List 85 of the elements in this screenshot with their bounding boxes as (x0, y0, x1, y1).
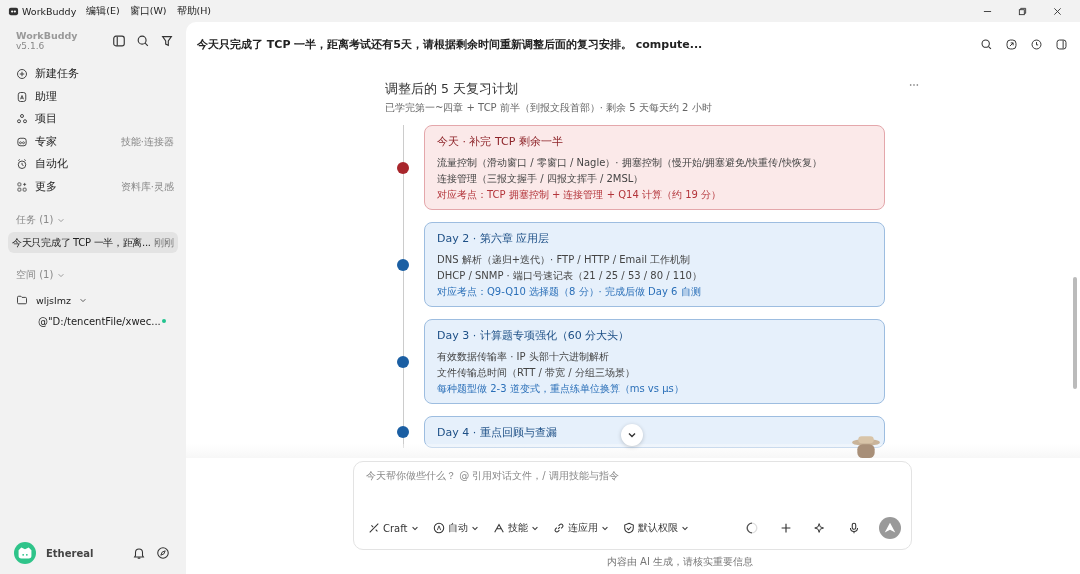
tool-dropdown[interactable]: 自动 (430, 521, 481, 535)
nav-item[interactable]: 专家 技能·连接器 (8, 130, 178, 153)
task-title: 今天只完成了 TCP 一半，距离... (12, 235, 151, 250)
menu-item[interactable]: 帮助(H) (176, 4, 212, 18)
nav-hint: 技能·连接器 (120, 134, 174, 149)
arrow-up-icon (883, 521, 897, 535)
folder-icon (16, 294, 28, 306)
tool-dropdown[interactable]: 连应用 (550, 521, 611, 535)
topic-line: DNS 解析（递归+迭代）· FTP / HTTP / Email 工作机制 (437, 253, 691, 267)
task-item[interactable]: 今天只完成了 TCP 一半，距离... 刚刚 (8, 232, 178, 253)
tool-dropdown[interactable]: 技能 (490, 521, 541, 535)
compass-icon[interactable] (156, 546, 170, 560)
app-logo-icon (8, 5, 19, 17)
app-name: WorkBuddy (22, 5, 77, 17)
menu-item[interactable]: 窗口(W) (129, 4, 167, 18)
disclaimer-text: 内容由 AI 生成，请核实重要信息 (606, 555, 754, 569)
nav-item[interactable]: 项目 (8, 108, 178, 131)
close-icon[interactable] (1053, 6, 1062, 16)
nav-item[interactable]: 自动化 (8, 153, 178, 176)
exam-note: 每种题型做 2-3 道变式，重点练单位换算（ms vs μs） (437, 382, 684, 396)
nodes-icon (16, 113, 28, 126)
topic-line: 文件传输总时间（RTT / 带宽 / 分组三场景） (437, 366, 635, 380)
circle-letter-icon (432, 522, 445, 534)
exam-note: 对应考点：TCP 拥塞控制 + 连接管理 + Q14 计算（约 19 分） (437, 188, 722, 202)
filter-icon[interactable] (160, 33, 174, 48)
timeline-dot (397, 161, 409, 174)
loading-spinner-icon (745, 521, 759, 535)
card-title: Day 2 · 第六章 应用层 (437, 231, 550, 246)
chat-title: 今天只完成了 TCP 一半，距离考试还有5天，请根据剩余时间重新调整后面的复习安排。 compute... (197, 36, 703, 52)
task-time: 刚刚 (154, 235, 174, 250)
timeline-dot (397, 355, 409, 368)
link-icon (552, 522, 565, 534)
face-badge-icon (16, 135, 28, 148)
more-icon[interactable] (909, 82, 919, 87)
tool-dropdown[interactable]: 默认权限 (620, 521, 691, 535)
plan-title: 调整后的 5 天复习计划 (385, 81, 518, 98)
version-label: v5.1.6 (16, 41, 45, 51)
sparkle-icon[interactable] (813, 521, 827, 535)
card-title: Day 3 · 计算题专项强化（60 分大头） (437, 328, 630, 343)
caret-icon (470, 524, 479, 532)
shield-check-icon (622, 522, 635, 534)
sidebar-toggle-icon[interactable] (112, 33, 126, 48)
plus-bubble-icon (16, 68, 28, 81)
topic-line: 有效数据传输率 · IP 头部十六进制解析 (437, 350, 609, 364)
exam-note: 对应考点：Q9-Q10 选择题（8 分）· 完成后做 Day 6 自测 (437, 285, 701, 299)
nav-item[interactable]: 更多 资料库·灵感 (8, 175, 178, 198)
plan-subtitle: 已学完第一~四章 + TCP 前半（到报文段首部）· 剩余 5 天每天约 2 小时 (385, 101, 713, 115)
share-icon[interactable] (1005, 37, 1018, 51)
timeline-dot (397, 258, 409, 271)
pen-icon (368, 522, 380, 534)
nav-hint: 资料库·灵感 (120, 179, 174, 194)
history-icon[interactable] (1030, 37, 1043, 51)
message-composer[interactable]: 今天帮你做些什么？ @ 引用对话文件，/ 调用技能与指令 Craft 自动 技能 连应用 默认权限 (353, 461, 912, 550)
space-name[interactable]: wljslmz (36, 294, 71, 306)
grid-icon (16, 180, 28, 193)
topic-line: 流量控制（滑动窗口 / 零窗口 / Nagle）· 拥塞控制（慢开始/拥塞避免/快重传/快恢复） (437, 156, 822, 170)
send-button[interactable] (879, 517, 901, 539)
plus-icon[interactable] (779, 521, 793, 535)
brand-name: WorkBuddy (16, 30, 78, 41)
caret-icon (530, 524, 539, 532)
topic-line: DHCP / SNMP · 端口号速记表（21 / 25 / 53 / 80 / 110） (437, 269, 702, 283)
bell-icon[interactable] (132, 546, 146, 560)
chevron-down-icon (627, 430, 637, 440)
scrollbar-thumb[interactable] (1073, 277, 1077, 389)
card-title: Day 4 · 重点回顾与查漏 (437, 425, 557, 440)
menu-item[interactable]: 编辑(E) (86, 4, 120, 18)
nav-item[interactable]: 新建任务 (8, 63, 178, 86)
caret-icon (600, 524, 609, 532)
caret-icon (680, 524, 689, 532)
panel-icon[interactable] (1055, 37, 1068, 51)
tool-dropdown[interactable]: Craft (366, 522, 421, 534)
triangle-icon (492, 522, 505, 534)
search-icon[interactable] (136, 33, 150, 48)
caret-icon (410, 524, 419, 532)
timeline-dot (397, 426, 409, 438)
microphone-icon[interactable] (847, 521, 861, 535)
user-name: Ethereal (46, 547, 94, 559)
card-title: 今天 · 补完 TCP 剩余一半 (437, 134, 563, 149)
alarm-clock-icon (16, 158, 28, 171)
nav-item[interactable]: 助理 (8, 85, 178, 108)
restore-icon[interactable] (1018, 6, 1027, 16)
search-icon[interactable] (980, 37, 993, 51)
space-path[interactable]: @"D:/tencentFile/xwec... (38, 315, 161, 327)
topic-line: 连接管理（三报文握手 / 四报文挥手 / 2MSL） (437, 172, 644, 186)
badge-icon (16, 90, 28, 103)
